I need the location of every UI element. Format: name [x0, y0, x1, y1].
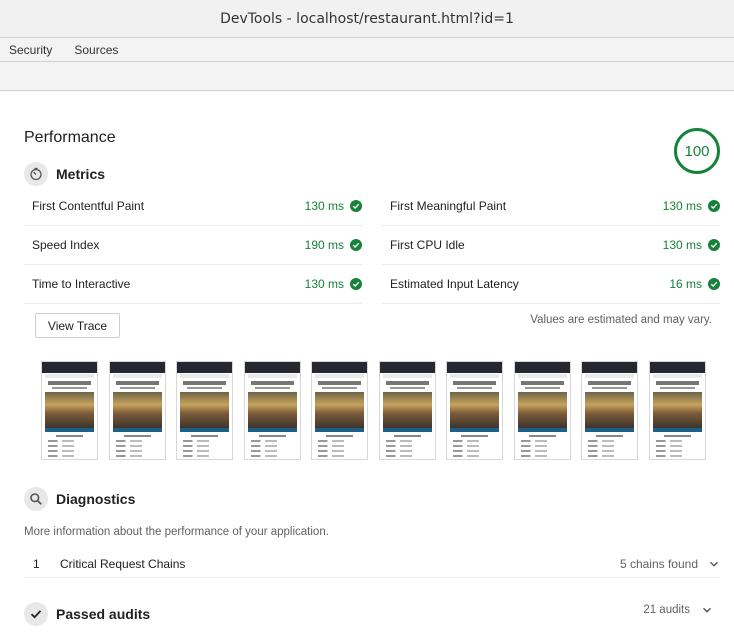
metric-first-meaningful-paint: First Meaningful Paint 130 ms	[382, 187, 720, 226]
window-title: DevTools - localhost/restaurant.html?id=…	[220, 10, 514, 27]
search-icon	[24, 487, 48, 511]
estimate-note: Values are estimated and may vary.	[530, 314, 712, 326]
diagnostics-title: Diagnostics	[56, 491, 136, 507]
timer-icon	[24, 162, 48, 186]
audit-label: Critical Request Chains	[60, 557, 186, 571]
metric-time-to-interactive: Time to Interactive 130 ms	[24, 265, 362, 304]
chevron-down-icon[interactable]	[701, 604, 713, 616]
metric-label: First CPU Idle	[390, 238, 465, 252]
filmstrip-frame	[648, 361, 706, 460]
devtools-tabbar: Security Sources	[0, 38, 734, 62]
check-icon	[708, 239, 720, 251]
passed-audits-count: 21 audits	[643, 604, 690, 616]
metric-speed-index: Speed Index 190 ms	[24, 226, 362, 265]
metric-label: Speed Index	[32, 238, 100, 252]
check-icon	[708, 278, 720, 290]
tab-security[interactable]: Security	[0, 38, 61, 62]
metric-value: 130 ms	[304, 199, 344, 213]
filmstrip-frame	[176, 361, 234, 460]
diagnostics-header: Diagnostics	[24, 487, 135, 511]
filmstrip-frame	[311, 361, 369, 460]
chevron-down-icon[interactable]	[708, 558, 720, 570]
metric-label: Estimated Input Latency	[390, 277, 519, 291]
audit-value: 5 chains found	[619, 557, 698, 571]
filmstrip-frame	[41, 361, 98, 460]
check-icon	[350, 239, 362, 251]
diagnostics-description: More information about the performance o…	[24, 526, 329, 538]
filmstrip-frame	[446, 361, 504, 460]
screenshot-filmstrip	[41, 361, 706, 460]
metric-estimated-input-latency: Estimated Input Latency 16 ms	[382, 265, 720, 304]
metric-first-cpu-idle: First CPU Idle 130 ms	[382, 226, 720, 265]
window-titlebar: DevTools - localhost/restaurant.html?id=…	[0, 0, 734, 38]
lighthouse-report: Performance 100 Metrics First Contentful…	[0, 91, 734, 635]
passed-audits-title: Passed audits	[56, 606, 151, 622]
metric-value: 190 ms	[304, 238, 344, 252]
check-icon	[350, 278, 362, 290]
performance-score: 100	[684, 142, 710, 160]
filmstrip-frame	[581, 361, 639, 460]
audit-row-critical-request-chains[interactable]: 1 Critical Request Chains 5 chains found	[24, 551, 720, 578]
filmstrip-frame	[513, 361, 571, 460]
metric-value: 130 ms	[662, 199, 702, 213]
performance-score-gauge: 100	[674, 128, 720, 174]
metrics-header: Metrics	[24, 162, 105, 186]
check-icon	[708, 200, 720, 212]
performance-title: Performance	[24, 129, 116, 146]
metric-label: Time to Interactive	[32, 277, 131, 291]
filmstrip-frame	[243, 361, 301, 460]
check-icon	[350, 200, 362, 212]
lighthouse-toolbar	[0, 62, 734, 91]
metric-value: 130 ms	[304, 277, 344, 291]
filmstrip-frame	[378, 361, 436, 460]
filmstrip-frame	[108, 361, 166, 460]
tab-sources[interactable]: Sources	[65, 38, 127, 62]
passed-audits-header[interactable]: Passed audits	[24, 602, 150, 626]
checkmark-icon	[24, 602, 48, 626]
metric-label: First Meaningful Paint	[390, 199, 507, 213]
metrics-title: Metrics	[56, 166, 106, 182]
metric-value: 130 ms	[662, 238, 702, 252]
audit-index: 1	[33, 557, 40, 571]
metric-value: 16 ms	[669, 277, 702, 291]
metric-label: First Contentful Paint	[32, 199, 145, 213]
metric-first-contentful-paint: First Contentful Paint 130 ms	[24, 187, 362, 226]
view-trace-button[interactable]: View Trace	[35, 313, 120, 338]
